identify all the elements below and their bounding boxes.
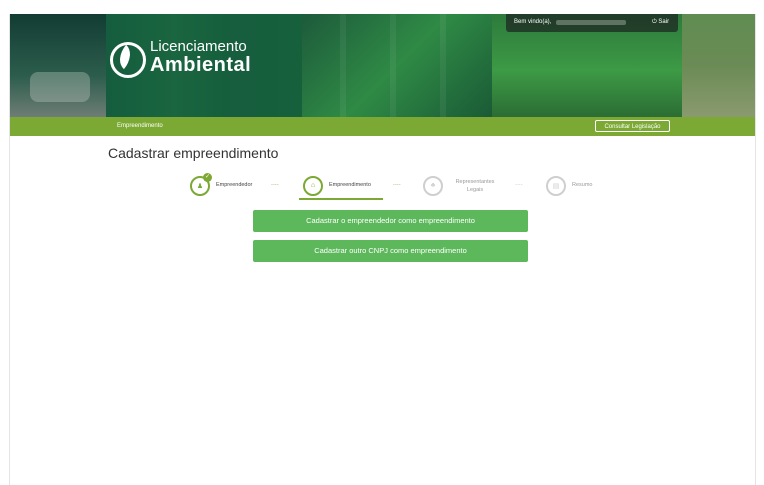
page-title: Cadastrar empreendimento [108, 145, 279, 161]
factory-icon: ⌂ [310, 182, 316, 189]
step-separator: .... [393, 180, 401, 187]
step-separator: .... [515, 180, 523, 187]
check-icon: ✓ [203, 173, 212, 182]
step-circle: ⌂ [303, 176, 323, 196]
banner-photo-right [682, 14, 755, 117]
document-icon: ▤ [552, 183, 560, 190]
step-label: Empreendedor [216, 182, 253, 188]
banner-photo-vehicle [30, 72, 90, 102]
active-step-underline [299, 198, 383, 200]
header-banner: Licenciamento Ambiental Bem vindo(a), ⏻ … [10, 14, 755, 117]
user-welcome-bar: Bem vindo(a), ⏻ Sair [506, 14, 678, 32]
logo-text-line1: Licenciamento [150, 38, 247, 55]
step-circle: ♣ [423, 176, 443, 196]
step-circle: ▤ [546, 176, 566, 196]
exit-button[interactable]: ⏻ Sair [652, 19, 669, 26]
register-other-cnpj-button[interactable]: Cadastrar outro CNPJ como empreendimento [253, 240, 528, 262]
banner-photo-field [302, 14, 492, 117]
step-label: Resumo [572, 182, 593, 188]
power-icon: ⏻ [652, 19, 657, 25]
consult-legislation-button[interactable]: Consultar Legislação [595, 120, 670, 132]
app-window: Licenciamento Ambiental Bem vindo(a), ⏻ … [9, 14, 756, 485]
step-label: Empreendimento [329, 182, 371, 188]
nav-item-empreendimento[interactable]: Empreendimento [117, 123, 163, 129]
exit-label: Sair [658, 19, 670, 25]
step-separator: .... [271, 180, 279, 187]
welcome-text: Bem vindo(a), [514, 19, 552, 25]
group-icon: ♣ [430, 182, 436, 189]
register-entrepreneur-button[interactable]: Cadastrar o empreendedor como empreendim… [253, 210, 528, 232]
user-name-blurred [556, 20, 626, 25]
step-label: Representantes Legais [455, 179, 495, 193]
nav-bar: Empreendimento Consultar Legislação [10, 117, 755, 136]
person-icon: ♟ [196, 183, 204, 190]
logo-text-line2: Ambiental [150, 54, 252, 76]
